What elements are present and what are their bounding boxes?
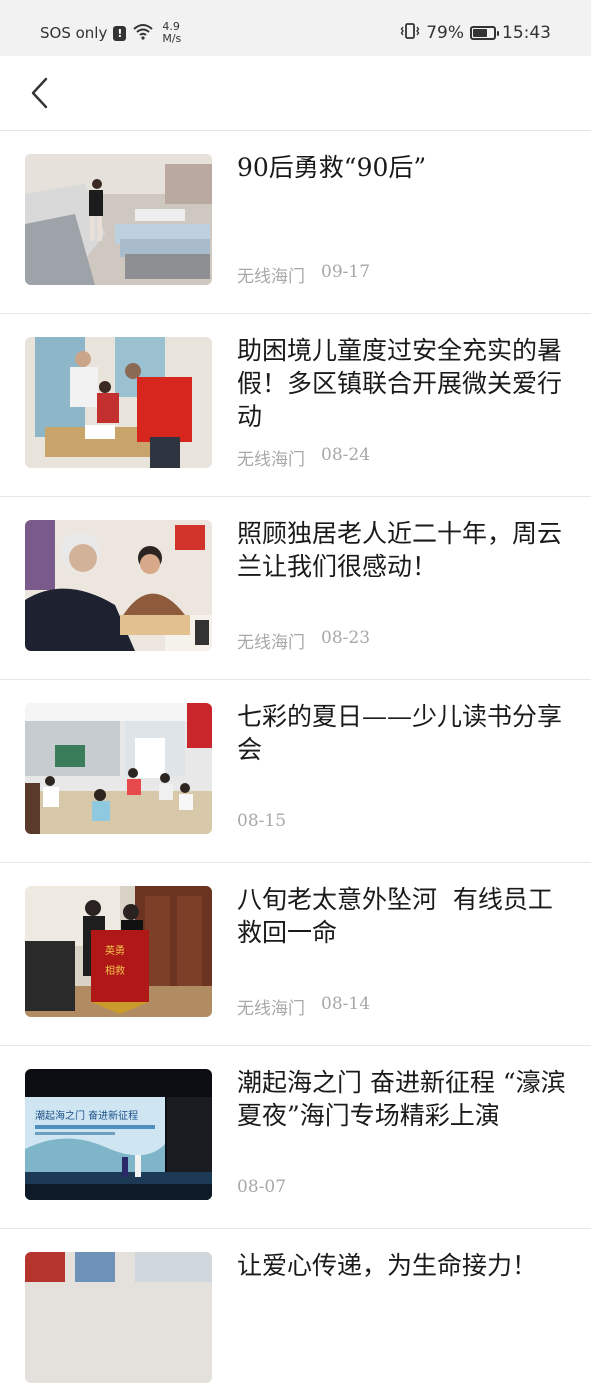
- article-date: 08-24: [321, 445, 371, 465]
- article-title: 潮起海之门 奋进新征程 “濠滨夏夜”海门专场精彩上演: [237, 1068, 566, 1130]
- article-item[interactable]: 潮起海之门 奋进新征程 潮起海之门 奋进新征程 “濠滨夏夜”海门专场精彩上演 0…: [0, 1046, 591, 1229]
- article-meta: 08-07: [237, 1177, 286, 1197]
- clock: 15:43: [502, 23, 551, 43]
- article-date: 08-23: [321, 628, 371, 648]
- article-title: 助困境儿童度过安全充实的暑假！多区镇联合开展微关爱行动: [237, 336, 563, 431]
- wifi-icon: [132, 22, 154, 44]
- article-thumbnail: [25, 154, 212, 285]
- article-date: 09-17: [321, 262, 371, 282]
- thumbnail-caption: 潮起海之门 奋进新征程: [35, 1109, 138, 1122]
- article-item[interactable]: 照顾独居老人近二十年，周云兰让我们很感动！ 无线海门 08-23: [0, 497, 591, 680]
- article-source: 无线海门: [237, 267, 305, 287]
- article-meta: 08-15: [237, 811, 286, 831]
- article-thumbnail: [25, 337, 212, 468]
- article-date: 08-14: [321, 994, 371, 1014]
- article-item[interactable]: 90后勇救“90后” 无线海门 09-17: [0, 131, 591, 314]
- article-thumbnail: 英勇 相救: [25, 886, 212, 1017]
- article-title: 七彩的夏日——少儿读书分享会: [237, 702, 563, 764]
- article-title: 照顾独居老人近二十年，周云兰让我们很感动！: [237, 519, 563, 581]
- article-source: 无线海门: [237, 450, 305, 470]
- chevron-left-icon: [31, 77, 48, 109]
- article-meta: 无线海门 08-23: [237, 628, 370, 653]
- article-meta: 无线海门 08-14: [237, 994, 370, 1019]
- article-date: 08-15: [237, 811, 287, 831]
- article-source: 无线海门: [237, 633, 305, 653]
- article-meta: 无线海门 08-24: [237, 445, 370, 470]
- article-thumbnail: [25, 1252, 212, 1383]
- back-button[interactable]: [22, 74, 58, 112]
- article-item[interactable]: 英勇 相救 八旬老太意外坠河 有线员工救回一命 无线海门 08-14: [0, 863, 591, 1046]
- alert-icon: !: [113, 25, 127, 41]
- article-title: 让爱心传递，为生命接力！: [237, 1251, 538, 1280]
- article-item[interactable]: 助困境儿童度过安全充实的暑假！多区镇联合开展微关爱行动 无线海门 08-24: [0, 314, 591, 497]
- article-thumbnail: [25, 520, 212, 651]
- vibrate-icon: [400, 22, 420, 45]
- article-item[interactable]: 七彩的夏日——少儿读书分享会 08-15: [0, 680, 591, 863]
- battery-icon: [470, 26, 499, 40]
- article-source: 无线海门: [237, 999, 305, 1019]
- article-thumbnail: 潮起海之门 奋进新征程: [25, 1069, 212, 1200]
- battery-percent: 79%: [426, 23, 464, 43]
- article-thumbnail: [25, 703, 212, 834]
- article-item[interactable]: 让爱心传递，为生命接力！: [0, 1229, 591, 1383]
- article-date: 08-07: [237, 1177, 287, 1197]
- article-title: 八旬老太意外坠河 有线员工救回一命: [237, 885, 553, 947]
- battery-fill: [473, 29, 487, 37]
- nav-bar: [0, 56, 591, 131]
- article-list: 90后勇救“90后” 无线海门 09-17 助困境儿童度过安全充实的暑假！多区镇…: [0, 131, 591, 1383]
- status-bar: SOS only ! 4.9 M/s 79% 15:43: [0, 0, 591, 56]
- article-title: 90后勇救“90后”: [237, 153, 427, 182]
- thumbnail-caption: 英勇: [105, 944, 125, 957]
- network-speed: 4.9 M/s: [162, 20, 182, 45]
- carrier-text: SOS only: [40, 24, 108, 42]
- article-meta: 无线海门 09-17: [237, 262, 370, 287]
- thumbnail-caption: 相救: [105, 964, 125, 977]
